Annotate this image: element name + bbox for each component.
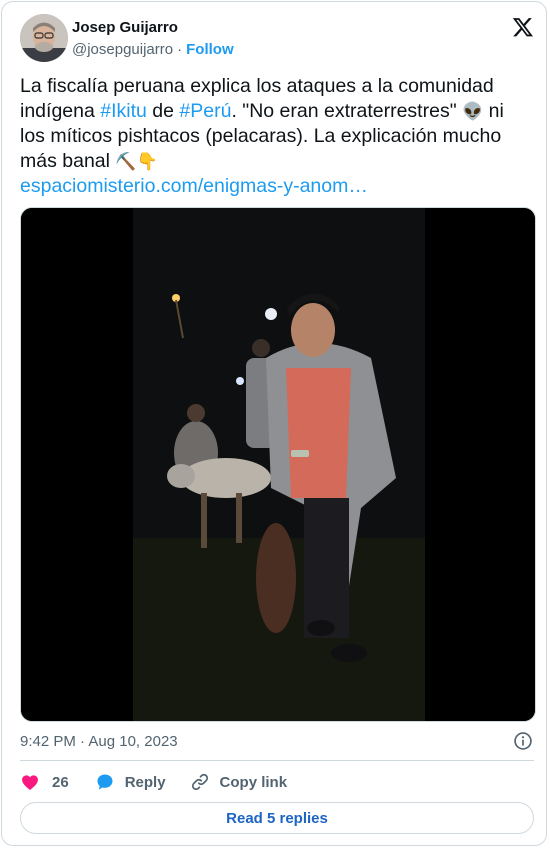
tweet-card: Josep Guijarro @josepguijarro · Follow La … (1, 1, 547, 846)
tweet-actions: 26 Reply Copy link (20, 770, 287, 794)
meta-separator: · (80, 733, 86, 750)
tweet-time: 9:42 PM (20, 733, 76, 750)
copy-link-button[interactable]: Copy link (190, 772, 288, 792)
reply-button[interactable]: Reply (95, 772, 166, 792)
article-link[interactable]: espaciomisterio.com/enigmas-y-anom… (20, 175, 368, 197)
tweet-text-part: de (146, 99, 180, 122)
info-icon[interactable] (513, 731, 533, 751)
author-handle[interactable]: @josepguijarro (72, 41, 173, 58)
hashtag-peru-link[interactable]: #Perú (179, 100, 231, 122)
reply-label: Reply (124, 773, 166, 791)
hashtag-ikitu-link[interactable]: #Ikitu (100, 100, 147, 122)
alien-emoji-icon: 👽 (462, 101, 484, 122)
like-button[interactable]: 26 (20, 772, 69, 792)
tweet-video[interactable] (20, 207, 536, 722)
x-logo-icon[interactable] (512, 16, 534, 38)
like-count: 26 (52, 773, 69, 791)
tweet-date: Aug 10, 2023 (88, 733, 178, 750)
pointing-down-emoji-icon: 👇 (136, 151, 158, 172)
heart-icon (22, 775, 38, 790)
avatar-photo (20, 14, 68, 62)
reply-bubble-icon (97, 774, 113, 790)
avatar[interactable] (20, 14, 68, 62)
divider (20, 760, 534, 761)
follow-button[interactable]: Follow (186, 41, 234, 58)
read-replies-button[interactable]: Read 5 replies (20, 802, 534, 834)
author-handle-row: @josepguijarro · Follow (72, 41, 234, 59)
link-icon (191, 773, 208, 791)
tweet-timestamp[interactable]: 9:42 PM · Aug 10, 2023 (20, 733, 178, 750)
author-name[interactable]: Josep Guijarro (72, 19, 178, 37)
video-frame-image (21, 208, 535, 721)
pick-emoji-icon: ⛏️ (115, 151, 137, 172)
tweet-text: La fiscalía peruana explica los ataques … (20, 74, 532, 199)
tweet-text-part: . "No eran extraterrestres" (231, 99, 463, 122)
handle-separator: · (177, 41, 183, 58)
copy-link-label: Copy link (219, 773, 288, 791)
